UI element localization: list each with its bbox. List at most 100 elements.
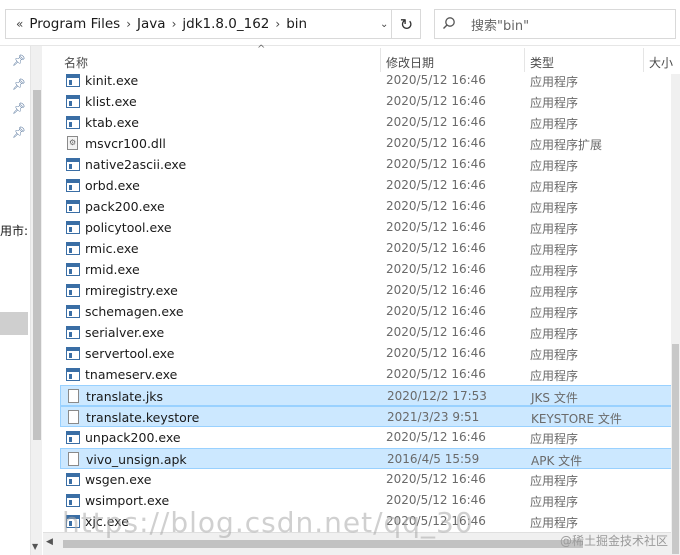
file-list-scrollbar[interactable] (671, 74, 680, 555)
column-header-type[interactable]: 类型 (530, 54, 554, 71)
address-dropdown-icon[interactable]: ⌄ (380, 19, 388, 30)
file-row[interactable]: serialver.exe 2020/5/12 16:46 应用程序 (60, 322, 672, 343)
file-modified-date: 2020/5/12 16:46 (386, 73, 486, 87)
file-name[interactable]: wsgen.exe (85, 472, 151, 487)
file-row[interactable]: wsgen.exe 2020/5/12 16:46 应用程序 (60, 469, 672, 490)
file-name[interactable]: vivo_unsign.apk (86, 452, 187, 467)
pin-icon[interactable]: 📌︎ (12, 102, 26, 116)
file-row[interactable]: rmic.exe 2020/5/12 16:46 应用程序 (60, 238, 672, 259)
breadcrumb-program-files[interactable]: Program Files (29, 16, 120, 32)
file-row[interactable]: rmid.exe 2020/5/12 16:46 应用程序 (60, 259, 672, 280)
file-row[interactable]: translate.jks 2020/12/2 17:53 JKS 文件 (60, 385, 672, 406)
exe-icon (66, 326, 80, 339)
file-modified-date: 2020/5/12 16:46 (386, 430, 486, 444)
horizontal-scrollbar-thumb[interactable] (63, 540, 583, 548)
file-name[interactable]: tnameserv.exe (85, 367, 177, 382)
column-header-size[interactable]: 大小 (649, 54, 673, 71)
file-name[interactable]: ktab.exe (85, 115, 139, 130)
file-name[interactable]: rmiregistry.exe (85, 283, 178, 298)
nav-item-label[interactable]: 用市: (0, 222, 28, 239)
file-type: 应用程序 (530, 474, 579, 488)
file-type: 应用程序扩展 (530, 138, 603, 152)
file-row[interactable]: orbd.exe 2020/5/12 16:46 应用程序 (60, 175, 672, 196)
file-list-scrollbar-thumb[interactable] (672, 344, 679, 554)
file-modified-date: 2016/4/5 15:59 (387, 452, 480, 466)
pin-icon[interactable]: 📌︎ (12, 54, 26, 68)
pin-icon[interactable]: 📌︎ (12, 78, 26, 92)
file-row[interactable]: kinit.exe 2020/5/12 16:46 应用程序 (60, 70, 672, 91)
document-icon (68, 389, 79, 403)
refresh-icon: ↻ (399, 14, 414, 34)
file-modified-date: 2020/5/12 16:46 (386, 178, 486, 192)
file-row[interactable]: servertool.exe 2020/5/12 16:46 应用程序 (60, 343, 672, 364)
exe-icon (66, 284, 80, 297)
file-name[interactable]: native2ascii.exe (85, 157, 186, 172)
file-modified-date: 2020/5/12 16:46 (386, 472, 486, 486)
file-name[interactable]: unpack200.exe (85, 430, 181, 445)
file-row[interactable]: native2ascii.exe 2020/5/12 16:46 应用程序 (60, 154, 672, 175)
breadcrumb-separator-icon[interactable]: › (172, 17, 177, 31)
column-divider[interactable] (380, 48, 381, 72)
nav-item-selected[interactable] (0, 312, 28, 335)
overflow-chevron-icon[interactable]: « (16, 17, 23, 31)
nav-scrollbar-thumb[interactable] (33, 90, 41, 440)
exe-icon (66, 221, 80, 234)
file-name[interactable]: schemagen.exe (85, 304, 184, 319)
file-name[interactable]: pack200.exe (85, 199, 165, 214)
pin-icon[interactable]: 📌︎ (12, 126, 26, 140)
breadcrumb-separator-icon[interactable]: › (275, 17, 280, 31)
file-name[interactable]: rmic.exe (85, 241, 139, 256)
file-modified-date: 2020/5/12 16:46 (386, 283, 486, 297)
exe-icon (66, 116, 80, 129)
breadcrumb-bin[interactable]: bin (286, 16, 307, 32)
address-bar[interactable]: « Program Files › Java › jdk1.8.0_162 › … (5, 9, 421, 39)
breadcrumb-separator-icon[interactable]: › (126, 17, 131, 31)
column-divider[interactable] (524, 48, 525, 72)
file-name[interactable]: klist.exe (85, 94, 137, 109)
file-modified-date: 2020/5/12 16:46 (386, 367, 486, 381)
file-type: JKS 文件 (531, 391, 578, 405)
file-list: kinit.exe 2020/5/12 16:46 应用程序 klist.exe 202… (60, 70, 672, 532)
file-name[interactable]: orbd.exe (85, 178, 140, 193)
file-row[interactable]: tnameserv.exe 2020/5/12 16:46 应用程序 (60, 364, 672, 385)
file-name[interactable]: serialver.exe (85, 325, 164, 340)
file-row[interactable]: pack200.exe 2020/5/12 16:46 应用程序 (60, 196, 672, 217)
file-name[interactable]: policytool.exe (85, 220, 172, 235)
scroll-left-arrow-icon[interactable]: ◀ (46, 537, 53, 547)
file-name[interactable]: msvcr100.dll (85, 136, 166, 151)
file-name[interactable]: rmid.exe (85, 262, 140, 277)
refresh-button[interactable]: ↻ (391, 9, 421, 39)
column-header-name[interactable]: 名称 (64, 54, 88, 71)
search-box[interactable]: 搜索"bin" (434, 9, 676, 39)
file-row[interactable]: msvcr100.dll 2020/5/12 16:46 应用程序扩展 (60, 133, 672, 154)
file-name[interactable]: translate.jks (86, 389, 163, 404)
nav-scrollbar[interactable]: ▼ (30, 46, 42, 555)
document-icon (68, 452, 79, 466)
exe-icon (66, 242, 80, 255)
file-modified-date: 2020/5/12 16:46 (386, 325, 486, 339)
breadcrumb-java[interactable]: Java (137, 16, 166, 32)
scroll-down-arrow-icon[interactable]: ▼ (32, 542, 38, 551)
file-row[interactable]: vivo_unsign.apk 2016/4/5 15:59 APK 文件 (60, 448, 672, 469)
column-header-date[interactable]: 修改日期 (386, 54, 434, 71)
file-row[interactable]: unpack200.exe 2020/5/12 16:46 应用程序 (60, 427, 672, 448)
breadcrumb-jdk[interactable]: jdk1.8.0_162 (182, 16, 269, 32)
file-name[interactable]: translate.keystore (86, 410, 199, 425)
file-row[interactable]: policytool.exe 2020/5/12 16:46 应用程序 (60, 217, 672, 238)
file-row[interactable]: schemagen.exe 2020/5/12 16:46 应用程序 (60, 301, 672, 322)
exe-icon (66, 95, 80, 108)
file-modified-date: 2021/3/23 9:51 (387, 410, 480, 424)
exe-icon (66, 158, 80, 171)
file-type: APK 文件 (531, 454, 583, 468)
file-row[interactable]: translate.keystore 2021/3/23 9:51 KEYSTORE… (60, 406, 672, 427)
file-row[interactable]: ktab.exe 2020/5/12 16:46 应用程序 (60, 112, 672, 133)
file-name[interactable]: servertool.exe (85, 346, 174, 361)
search-input[interactable]: 搜索"bin" (471, 15, 529, 34)
file-type: 应用程序 (530, 96, 579, 110)
column-divider[interactable] (643, 48, 644, 72)
file-modified-date: 2020/5/12 16:46 (386, 262, 486, 276)
file-row[interactable]: rmiregistry.exe 2020/5/12 16:46 应用程序 (60, 280, 672, 301)
file-modified-date: 2020/5/12 16:46 (386, 94, 486, 108)
file-row[interactable]: klist.exe 2020/5/12 16:46 应用程序 (60, 91, 672, 112)
file-name[interactable]: kinit.exe (85, 73, 138, 88)
